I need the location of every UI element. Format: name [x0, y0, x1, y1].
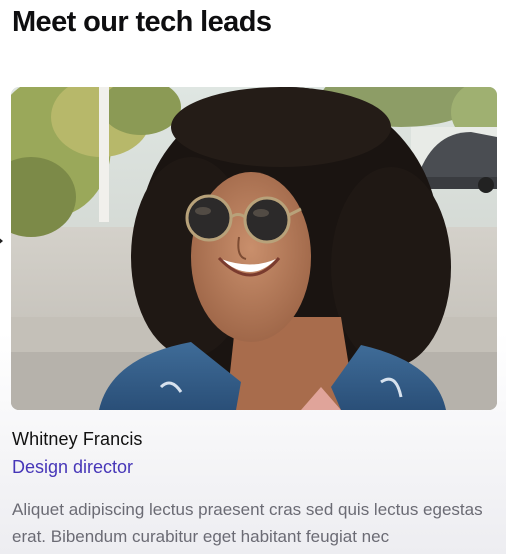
lead-name: Whitney Francis [12, 429, 143, 449]
lead-photo [11, 87, 497, 410]
chevron-right-icon [0, 233, 5, 244]
lead-role: Design director [12, 457, 134, 477]
section-heading: Meet our tech leads [12, 6, 272, 38]
lead-bio: Aliquet adipiscing lectus praesent cras … [12, 500, 483, 546]
